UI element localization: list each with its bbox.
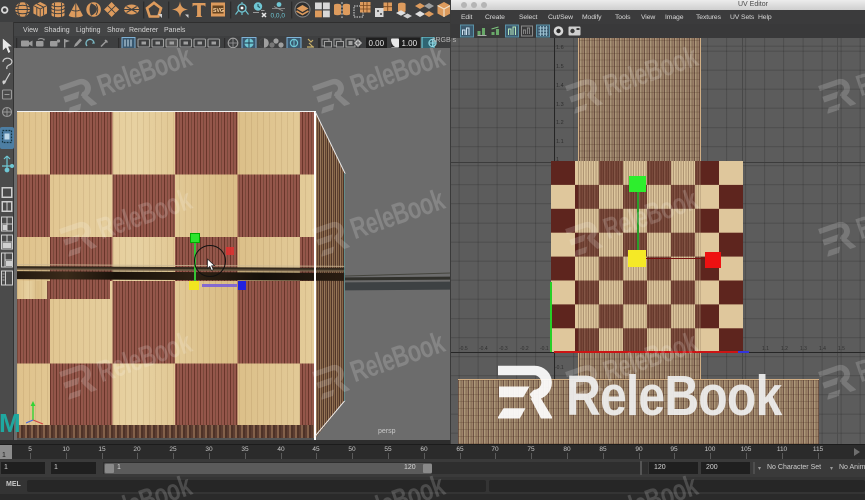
svg-text:0,0,0: 0,0,0 [271, 13, 286, 20]
svg-text:0.00: 0.00 [369, 39, 385, 48]
svg-text:SVG: SVG [213, 8, 224, 14]
svg-text:1.00: 1.00 [402, 39, 418, 48]
